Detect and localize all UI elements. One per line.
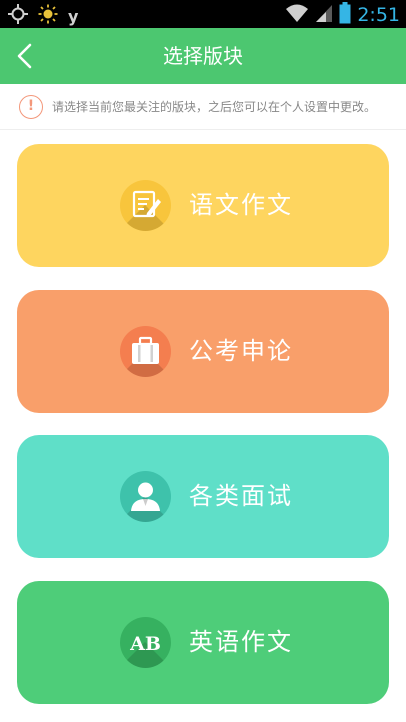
section-label: 公考申论	[189, 337, 293, 365]
cell-signal-icon	[315, 3, 333, 27]
section-label: 英语作文	[189, 628, 293, 656]
back-button[interactable]	[6, 36, 46, 76]
page-title: 选择版块	[163, 44, 243, 68]
section-label: 各类面试	[189, 482, 293, 510]
section-card-english-essay[interactable]: AB 英语作文	[17, 581, 389, 704]
pen-paper-icon	[120, 180, 171, 231]
clock: 2:51	[357, 4, 400, 26]
section-label: 语文作文	[189, 191, 293, 219]
chevron-left-icon	[17, 43, 32, 69]
notification-letter: y	[68, 6, 79, 26]
alert-icon: !	[19, 94, 43, 119]
notice-bar: ! 请选择当前您最关注的版块，之后您可以在个人设置中更改。	[0, 84, 406, 130]
section-card-interview[interactable]: 各类面试	[17, 435, 389, 558]
app-bar: 选择版块	[0, 28, 406, 84]
section-card-civil-exam[interactable]: 公考申论	[17, 290, 389, 413]
notice-text: 请选择当前您最关注的版块，之后您可以在个人设置中更改。	[52, 100, 377, 114]
briefcase-icon	[120, 326, 171, 377]
ab-letters-text: AB	[129, 633, 161, 655]
battery-icon	[339, 2, 351, 28]
status-bar: y 2:51	[0, 0, 406, 28]
section-card-chinese-essay[interactable]: 语文作文	[17, 144, 389, 267]
gps-icon	[8, 4, 28, 28]
wifi-icon	[285, 3, 309, 27]
ab-letters-icon: AB	[120, 617, 171, 668]
sun-icon	[38, 4, 58, 28]
person-icon	[120, 471, 171, 522]
